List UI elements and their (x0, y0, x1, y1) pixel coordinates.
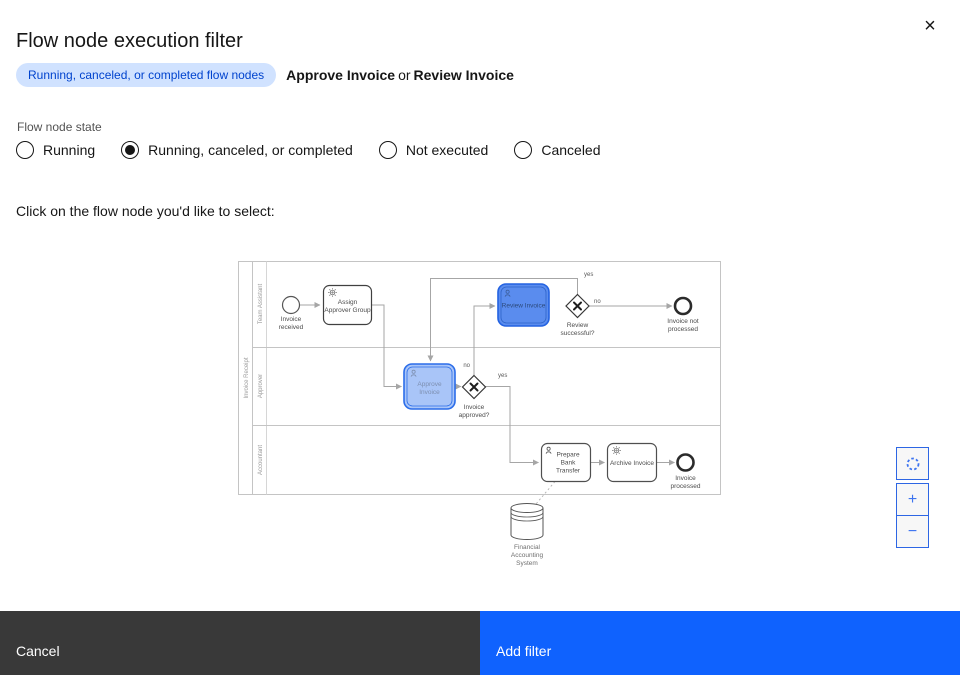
radio-running-canceled-completed[interactable]: Running, canceled, or completed (121, 141, 353, 159)
edge-label-review-yes: yes (584, 272, 593, 278)
node-label: Invoicereceived (279, 316, 304, 331)
selected-flow-nodes-text: Approve InvoiceorReview Invoice (286, 67, 514, 83)
zoom-in-button[interactable]: + (896, 483, 929, 516)
page-title: Flow node execution filter (16, 30, 243, 53)
flow-node-state-label: Flow node state (17, 120, 102, 134)
task-assign-approver-group[interactable]: AssignApprover Group (324, 286, 372, 325)
task-prepare-bank-transfer[interactable]: PrepareBankTransfer (542, 444, 591, 482)
radio-running[interactable]: Running (16, 141, 95, 159)
radio-circle[interactable] (16, 141, 34, 159)
instruction-text: Click on the flow node you'd like to sel… (16, 203, 275, 219)
selected-node-b: Review Invoice (414, 67, 514, 83)
edge-label-approved-yes: yes (498, 373, 507, 379)
flow-node-execution-filter-modal: Flow node execution filter × Running, ca… (0, 0, 960, 675)
flow-node-state-tag: Running, canceled, or completed flow nod… (16, 63, 276, 87)
radio-label: Running, canceled, or completed (148, 142, 353, 158)
radio-label: Not executed (406, 142, 489, 158)
radio-label: Canceled (541, 142, 600, 158)
reset-zoom-icon (905, 456, 921, 472)
task-review-invoice[interactable]: Review Invoice (498, 284, 549, 326)
edge-label-approved-no: no (463, 363, 470, 369)
node-label: Review Invoice (502, 303, 546, 310)
add-filter-button[interactable]: Add filter (480, 611, 960, 675)
radio-canceled[interactable]: Canceled (514, 141, 600, 159)
node-label: FinancialAccountingSystem (511, 544, 544, 567)
modal-footer: Cancel Add filter (0, 611, 960, 675)
cancel-button[interactable]: Cancel (0, 611, 480, 675)
or-separator: or (395, 67, 413, 83)
data-store-financial-accounting-system[interactable]: FinancialAccountingSystem (511, 504, 544, 568)
lane-label-accountant: Accountant (258, 445, 264, 475)
task-approve-invoice[interactable]: ApproveInvoice (404, 364, 455, 409)
flow-node-state-radio-group: Running Running, canceled, or completed … (16, 141, 601, 159)
task-archive-invoice[interactable]: Archive Invoice (608, 444, 657, 482)
close-icon[interactable]: × (916, 12, 944, 40)
node-label: ApproveInvoice (417, 381, 442, 396)
lane-label-team-assistant: Team Assistant (258, 283, 264, 324)
bpmn-canvas[interactable]: Invoice Receipt Team Assistant Approver … (237, 260, 723, 580)
zoom-out-button[interactable]: − (896, 515, 929, 548)
radio-not-executed[interactable]: Not executed (379, 141, 489, 159)
filter-preview: Running, canceled, or completed flow nod… (16, 63, 514, 87)
radio-circle[interactable] (514, 141, 532, 159)
radio-label: Running (43, 142, 95, 158)
lane-label-approver: Approver (258, 374, 264, 398)
node-label: Invoice notprocessed (667, 318, 699, 333)
radio-circle[interactable] (379, 141, 397, 159)
edge-label-review-no: no (594, 299, 601, 305)
reset-zoom-button[interactable] (896, 447, 929, 480)
pool-label: Invoice Receipt (244, 357, 250, 398)
radio-circle[interactable] (121, 141, 139, 159)
selected-node-a: Approve Invoice (286, 67, 395, 83)
node-label: Archive Invoice (610, 460, 654, 467)
bpmn-diagram[interactable]: Invoice Receipt Team Assistant Approver … (237, 260, 723, 580)
